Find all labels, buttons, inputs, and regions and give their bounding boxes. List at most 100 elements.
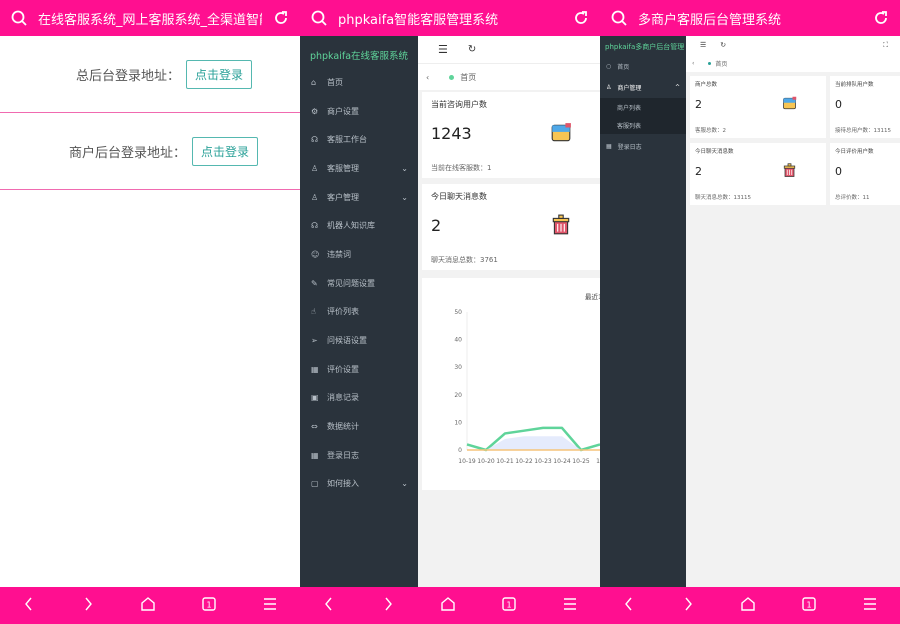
back-icon[interactable] <box>322 596 336 616</box>
sidebar-item-login-log[interactable]: ▦ 登录日志 <box>600 134 686 158</box>
card-value: 2 <box>695 165 702 178</box>
tabs-icon[interactable]: 1 <box>501 596 517 616</box>
svg-text:1: 1 <box>506 600 511 609</box>
chevron-down-icon: ⌄ <box>401 163 408 173</box>
sidebar-item[interactable]: ▦ 评价设置 <box>300 355 418 384</box>
robot-icon: ☊ <box>311 221 319 231</box>
active-dot <box>708 61 712 65</box>
back-icon[interactable] <box>622 596 636 616</box>
admin-login-button[interactable]: 点击登录 <box>185 60 252 89</box>
menu-icon[interactable] <box>862 596 878 616</box>
tabs-icon[interactable]: 1 <box>201 596 217 616</box>
calendar-icon: ▦ <box>311 364 319 374</box>
card-title: 今日评价用户数 <box>835 149 874 155</box>
x-tick-label: 10-25 <box>572 458 590 465</box>
browser-bar: 多商户客服后台管理系统 <box>600 0 900 36</box>
menu-toggle-icon[interactable]: ☰ <box>438 43 448 56</box>
y-tick-label: 30 <box>454 364 462 371</box>
y-tick-label: 10 <box>454 419 462 426</box>
sidebar-item[interactable]: ⇔ 数据统计 <box>300 412 418 441</box>
forward-icon[interactable] <box>381 596 395 616</box>
back-icon[interactable] <box>22 596 36 616</box>
sidebar-item-merchant[interactable]: ♙ 商户管理 ^ <box>600 76 686 98</box>
menu-toggle-icon[interactable]: ☰ <box>700 41 706 49</box>
sidebar-item[interactable]: ♙ 客服管理 ⌄ <box>300 154 418 183</box>
x-tick-label: 10-23 <box>534 458 552 465</box>
sidebar-item[interactable]: ➢ 问候语设置 <box>300 326 418 355</box>
home-icon: ○ <box>606 62 612 70</box>
forward-icon[interactable] <box>681 596 695 616</box>
refresh-icon[interactable] <box>572 9 590 27</box>
card-title: 商户总数 <box>695 82 718 88</box>
link-icon: ▢ <box>311 479 319 489</box>
stat-card: 当前排队用户数 0 接待总用户数：13115 <box>830 76 900 138</box>
sidebar-item[interactable]: ☝ 评价列表 <box>300 298 418 327</box>
search-icon[interactable] <box>610 9 628 27</box>
breadcrumb: ‹ 首页 <box>418 63 600 90</box>
browser-nav: 1 <box>600 587 900 624</box>
reload-icon[interactable]: ↻ <box>720 41 726 49</box>
search-icon[interactable] <box>10 9 28 27</box>
home-icon[interactable] <box>440 596 456 616</box>
sidebar-item[interactable]: ⚙ 商户设置 <box>300 97 418 126</box>
sidebar-item[interactable]: ⌂ 首页 <box>300 68 418 97</box>
sidebar-item[interactable]: ☺ 违禁词 <box>300 240 418 269</box>
card-value: 0 <box>835 98 842 111</box>
refresh-icon[interactable] <box>272 9 290 27</box>
card-footer: 聊天消息总数：3761 <box>431 256 498 264</box>
sidebar-item-home[interactable]: ○ 首页 <box>600 56 686 76</box>
users-icon: ♙ <box>311 192 319 202</box>
forward-icon[interactable] <box>81 596 95 616</box>
calendar-icon: ▦ <box>311 450 319 460</box>
browser-bar: phpkaifa智能客服管理系统 <box>300 0 600 36</box>
headset-icon: ☊ <box>311 135 319 145</box>
reload-icon[interactable]: ↻ <box>468 44 476 55</box>
gear-icon: ⚙ <box>311 106 319 116</box>
back-icon[interactable]: ‹ <box>426 73 429 82</box>
active-dot <box>449 74 455 80</box>
sidebar-item[interactable]: ☊ 客服工作台 <box>300 125 418 154</box>
x-tick-label: 10-24 <box>553 458 571 465</box>
sidebar-item[interactable]: ▢ 如何接入 ⌄ <box>300 470 418 499</box>
menu-icon[interactable] <box>262 596 278 616</box>
panel-home: 在线客服系统_网上客服系统_全渠道智能客服系统 总后台登录地址： 点击登录 商户… <box>0 0 300 624</box>
stat-card: 今日评价用户数 0 总评价数：11 <box>830 143 900 205</box>
refresh-icon[interactable] <box>872 9 890 27</box>
breadcrumb-home[interactable]: 首页 <box>460 72 476 83</box>
card-value: 2 <box>431 216 442 235</box>
edit-icon: ✎ <box>311 278 318 288</box>
chart-title: 最近1 <box>585 292 600 301</box>
page-title: phpkaifa智能客服管理系统 <box>338 12 499 28</box>
sidebar-item[interactable]: ▦ 登录日志 <box>300 441 418 470</box>
breadcrumb: ‹ 首页 <box>686 54 900 72</box>
stat-card: 商户总数 2 客服总数：2 <box>690 76 826 138</box>
sidebar-item-merchant-list[interactable]: 商户列表 <box>600 98 686 116</box>
search-icon[interactable] <box>310 9 328 27</box>
menu-icon[interactable] <box>562 596 578 616</box>
sidebar-item[interactable]: ▣ 消息记录 <box>300 384 418 413</box>
home-icon[interactable] <box>140 596 156 616</box>
sidebar-item[interactable]: ♙ 客户管理 ⌄ <box>300 183 418 212</box>
sidebar: phpkaifa多商户后台管理 ○ 首页 ♙ 商户管理 ^ 商户列表 客服列表 ▦ 登录… <box>600 36 686 587</box>
box-icon: ▣ <box>311 393 319 403</box>
stat-card: 今日聊天消息数 2 聊天消息总数：3761 <box>422 184 600 270</box>
breadcrumb-home[interactable]: 首页 <box>715 59 727 68</box>
merchant-login-button[interactable]: 点击登录 <box>191 137 258 166</box>
sidebar-item-agent-list[interactable]: 客服列表 <box>600 116 686 134</box>
sidebar-item[interactable]: ✎ 常见问题设置 <box>300 269 418 298</box>
card-title: 当前排队用户数 <box>835 82 874 88</box>
card-footer: 当前在线客服数：1 <box>431 164 492 172</box>
sidebar: phpkaifa在线客服系统 ⌂ 首页 ⚙ 商户设置 ☊ 客服工作台 ♙ 客服管理 ⌄ ♙ 客户管理… <box>300 36 418 587</box>
tabs-icon[interactable]: 1 <box>801 596 817 616</box>
x-tick-label: 10-21 <box>496 458 514 465</box>
x-tick-label: 10-20 <box>477 458 495 465</box>
chevron-up-icon: ^ <box>674 83 680 91</box>
calendar-icon: ▦ <box>606 142 612 150</box>
home-icon[interactable] <box>740 596 756 616</box>
card-title: 今日聊天消息数 <box>431 192 487 201</box>
page-title: 在线客服系统_网上客服系统_全渠道智能客服系统 <box>38 12 262 28</box>
fullscreen-icon[interactable]: ⛶ <box>883 41 888 50</box>
back-icon[interactable]: ‹ <box>692 60 694 67</box>
logo: phpkaifa在线客服系统 <box>309 51 409 62</box>
sidebar-item[interactable]: ☊ 机器人知识库 <box>300 211 418 240</box>
